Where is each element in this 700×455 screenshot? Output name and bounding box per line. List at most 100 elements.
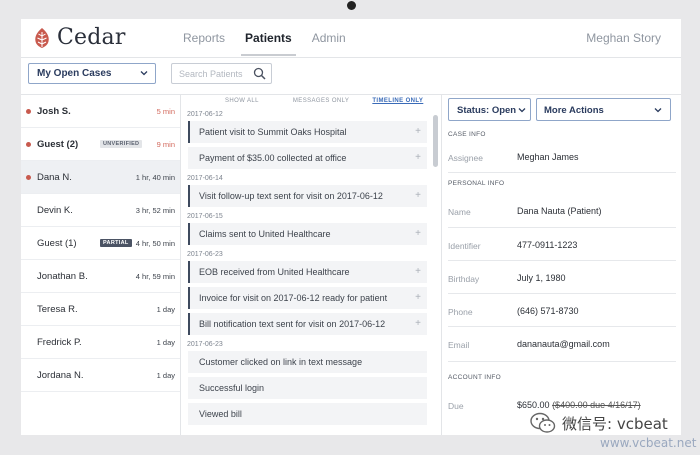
timeline-event[interactable]: Visit follow-up text sent for visit on 2… [188, 185, 427, 207]
patient-search-input[interactable]: Search Patients [171, 63, 272, 84]
timeline-event-text: Claims sent to United Healthcare [199, 229, 331, 239]
search-icon[interactable] [253, 67, 266, 80]
patient-row[interactable]: Guest (2) UNVERIFIED 9 min [21, 128, 180, 161]
timeline-event[interactable]: EOB received from United Healthcare + [188, 261, 427, 283]
patient-name: Guest (1) [37, 238, 77, 249]
timeline-event[interactable]: Viewed bill [188, 403, 427, 425]
patient-row[interactable]: Dana N. 1 hr, 40 min [21, 161, 180, 194]
expand-plus-icon[interactable]: + [415, 313, 421, 335]
timeline-scrollbar[interactable] [433, 115, 438, 167]
expand-plus-icon[interactable]: + [415, 223, 421, 245]
identifier-value: 477-0911-1223 [517, 240, 578, 250]
wechat-watermark: 微信号: vcbeat [530, 412, 668, 434]
patient-name: Teresa R. [37, 304, 78, 315]
name-label: Name [448, 207, 471, 217]
timeline-event[interactable]: Customer clicked on link in text message [188, 351, 427, 373]
patient-row[interactable]: Josh S. 5 min [21, 95, 180, 128]
timeline-event-text: Successful login [199, 383, 265, 393]
patient-name: Devin K. [37, 205, 73, 216]
case-filter-label: My Open Cases [37, 68, 112, 79]
patient-row[interactable]: Guest (1) PARTIAL 4 hr, 50 min [21, 227, 180, 260]
main-nav: Reports Patients Admin [183, 31, 346, 56]
divider [448, 172, 676, 173]
timeline-event[interactable]: Successful login [188, 377, 427, 399]
patient-row[interactable]: Devin K. 3 hr, 52 min [21, 194, 180, 227]
wait-time: 1 day [156, 371, 175, 380]
timeline-event-text: Invoice for visit on 2017-06-12 ready fo… [199, 293, 388, 303]
timeline-event[interactable]: Claims sent to United Healthcare + [188, 223, 427, 245]
due-label: Due [448, 401, 464, 411]
timeline-event[interactable]: Bill notification text sent for visit on… [188, 313, 427, 335]
app-screen: Cedar Reports Patients Admin Meghan Stor… [21, 19, 681, 435]
watermark-url: www.vcbeat.net [600, 436, 697, 450]
unread-dot-icon [26, 109, 31, 114]
timeline-event[interactable]: Patient visit to Summit Oaks Hospital + [188, 121, 427, 143]
nav-tab-reports[interactable]: Reports [183, 31, 225, 56]
phone-value[interactable]: (646) 571-8730 [517, 306, 579, 316]
patient-name: Jonathan B. [37, 271, 88, 282]
case-filter-dropdown[interactable]: My Open Cases [28, 63, 156, 84]
divider [448, 326, 676, 327]
expand-plus-icon[interactable]: + [415, 287, 421, 309]
assignee-label: Assignee [448, 153, 483, 163]
wait-time: 9 min [156, 140, 175, 149]
timeline-event-text: Patient visit to Summit Oaks Hospital [199, 127, 347, 137]
patient-row[interactable]: Jordana N. 1 day [21, 359, 180, 392]
email-value[interactable]: dananauta@gmail.com [517, 339, 610, 349]
due-amount: $650.00 [517, 400, 550, 410]
timeline-filter-tabs: SHOW ALL MESSAGES ONLY TIMELINE ONLY [181, 95, 441, 109]
status-dropdown[interactable]: Status: Open [448, 98, 531, 121]
patient-name: Jordana N. [37, 370, 84, 381]
tab-timeline-only[interactable]: TIMELINE ONLY [372, 98, 423, 109]
patient-name: Fredrick P. [37, 337, 82, 348]
search-placeholder: Search Patients [179, 69, 243, 79]
birthday-label: Birthday [448, 274, 480, 284]
timeline-event[interactable]: Payment of $35.00 collected at office + [188, 147, 427, 169]
timeline-date: 2017-06-23 [187, 341, 223, 348]
expand-plus-icon[interactable]: + [415, 121, 421, 143]
patient-detail-panel: Status: Open More Actions CASE INFO Assi… [441, 95, 681, 435]
top-navigation-bar: Cedar Reports Patients Admin Meghan Stor… [21, 19, 681, 58]
patient-row[interactable]: Jonathan B. 4 hr, 59 min [21, 260, 180, 293]
tab-messages-only[interactable]: MESSAGES ONLY [293, 98, 349, 109]
device-camera [347, 1, 356, 10]
patient-row[interactable]: Fredrick P. 1 day [21, 326, 180, 359]
logo-text: Cedar [57, 25, 126, 50]
wait-time: 4 hr, 50 min [135, 239, 175, 248]
timeline-date: 2017-06-12 [187, 111, 223, 118]
patient-list: Josh S. 5 min Guest (2) UNVERIFIED 9 min Dana… [21, 95, 181, 435]
nav-tab-patients[interactable]: Patients [241, 31, 296, 56]
cedar-logo[interactable]: Cedar [33, 25, 126, 50]
assignee-value[interactable]: Meghan James [517, 152, 579, 162]
expand-plus-icon[interactable]: + [415, 185, 421, 207]
expand-plus-icon[interactable]: + [415, 147, 421, 169]
due-note: ($400.00 due 4/16/17) [552, 400, 641, 410]
due-value: $650.00 ($400.00 due 4/16/17) [517, 400, 641, 410]
unread-dot-icon [26, 175, 31, 180]
account-info-heading: ACCOUNT INFO [448, 374, 501, 381]
timeline-event[interactable]: Invoice for visit on 2017-06-12 ready fo… [188, 287, 427, 309]
status-label: Status: Open [457, 105, 517, 116]
patient-row[interactable]: Teresa R. 1 day [21, 293, 180, 326]
nav-tab-admin[interactable]: Admin [312, 31, 346, 56]
wait-time: 1 hr, 40 min [135, 173, 175, 182]
timeline-panel: SHOW ALL MESSAGES ONLY TIMELINE ONLY 201… [181, 95, 441, 435]
timeline-date: 2017-06-23 [187, 251, 223, 258]
cedar-leaf-icon [33, 27, 51, 49]
status-badge: PARTIAL [100, 239, 132, 247]
patient-name: Dana N. [37, 172, 72, 183]
more-actions-dropdown[interactable]: More Actions [536, 98, 671, 121]
wait-time: 3 hr, 52 min [135, 206, 175, 215]
email-label: Email [448, 340, 470, 350]
chevron-down-icon [518, 108, 526, 113]
name-value: Dana Nauta (Patient) [517, 206, 602, 216]
filter-bar: My Open Cases Search Patients [21, 58, 681, 95]
unread-dot-icon [26, 142, 31, 147]
case-info-heading: CASE INFO [448, 131, 486, 138]
tab-show-all[interactable]: SHOW ALL [225, 98, 259, 109]
timeline-event-text: Customer clicked on link in text message [199, 357, 363, 367]
personal-info-heading: PERSONAL INFO [448, 180, 505, 187]
patient-name: Guest (2) [37, 139, 79, 150]
expand-plus-icon[interactable]: + [415, 261, 421, 283]
user-menu[interactable]: Meghan Story [586, 31, 661, 45]
